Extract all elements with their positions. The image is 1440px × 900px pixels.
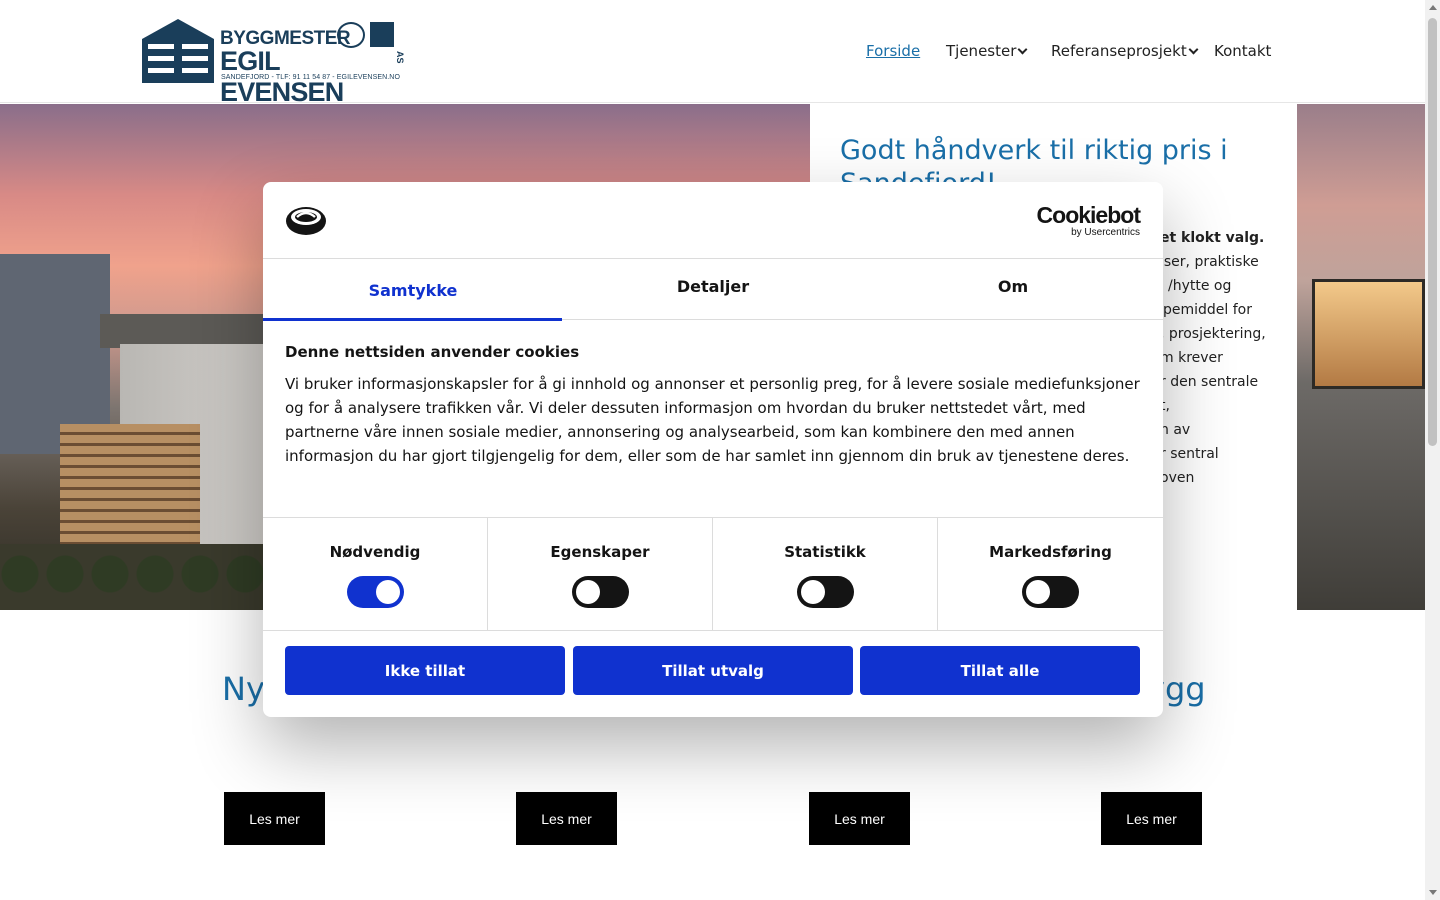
nav-tjenester-label[interactable]: Tjenester xyxy=(946,42,1016,60)
hero-text-line: iser, praktiske xyxy=(1160,254,1259,270)
hero-image-right xyxy=(1297,104,1425,610)
nav-kontakt-label[interactable]: Kontakt xyxy=(1214,42,1271,60)
hero-text-line: oven xyxy=(1160,470,1195,486)
les-mer-button[interactable]: Les mer xyxy=(1101,792,1202,845)
nav-forside[interactable]: Forside xyxy=(866,42,920,60)
category-nodvendig: Nødvendig xyxy=(263,518,488,631)
tab-detaljer-label: Detaljer xyxy=(676,277,750,296)
tab-om[interactable]: Om xyxy=(863,259,1163,320)
dialog-heading: Denne nettsiden anvender cookies xyxy=(285,343,580,361)
nav-referanseprosjekt-label[interactable]: Referanseprosjekt xyxy=(1051,42,1187,60)
toggle-knob xyxy=(375,580,400,604)
cookiebot-logo[interactable]: Cookiebot by Usercentrics xyxy=(1036,202,1141,238)
nav-referanseprosjekt[interactable]: Referanseprosjekt xyxy=(1051,42,1199,60)
scroll-up-arrow-icon[interactable] xyxy=(1429,5,1437,10)
hero-text-line: , prosjektering, xyxy=(1160,326,1266,342)
toggle-knob xyxy=(800,580,825,604)
cookie-icon xyxy=(286,207,326,235)
hero-text-line: n av xyxy=(1160,422,1191,438)
dialog-description: Vi bruker informasjonskapsler for å gi i… xyxy=(285,375,1140,465)
site-logo[interactable]: BYGGMESTER EGIL EVENSEN AS SANDEFJORD - … xyxy=(142,19,407,107)
scroll-down-arrow-icon[interactable] xyxy=(1429,890,1437,895)
tab-om-label: Om xyxy=(997,277,1029,296)
cookiebot-by: by Usercentrics xyxy=(1071,227,1140,238)
cookie-categories: Nødvendig Egenskaper Statistikk Markedsf… xyxy=(263,517,1163,631)
category-markedsforing: Markedsføring xyxy=(938,518,1163,631)
logo-subtitle: SANDEFJORD - TLF: 91 11 54 87 - EGILEVEN… xyxy=(221,74,401,81)
les-mer-button[interactable]: Les mer xyxy=(809,792,910,845)
category-label: Statistikk xyxy=(784,543,866,561)
hero-text-line: et klokt valg. xyxy=(1160,230,1265,246)
hero-text-line: /hytte og xyxy=(1168,278,1232,294)
hero-text-line: m krever xyxy=(1160,350,1223,366)
toggle-statistikk[interactable] xyxy=(796,576,854,608)
dialog-tabs: Samtykke Detaljer Om xyxy=(263,259,1163,321)
scroll-thumb[interactable] xyxy=(1428,18,1437,446)
logo-badge-icon xyxy=(370,22,394,47)
toggle-egenskaper[interactable] xyxy=(571,576,629,608)
active-tab-indicator xyxy=(263,318,562,321)
category-label: Egenskaper xyxy=(550,543,650,561)
logo-suffix: AS xyxy=(395,51,405,64)
nav-forside-label[interactable]: Forside xyxy=(866,42,920,60)
tab-samtykke-label: Samtykke xyxy=(368,281,458,300)
toggle-knob xyxy=(575,580,600,604)
toggle-markedsforing[interactable] xyxy=(1022,576,1079,608)
chevron-down-icon xyxy=(1188,44,1199,55)
logo-house-icon xyxy=(142,19,214,83)
les-mer-button[interactable]: Les mer xyxy=(224,792,325,845)
chevron-down-icon xyxy=(1017,44,1028,55)
page-scrollbar[interactable] xyxy=(1425,0,1440,900)
page: BYGGMESTER EGIL EVENSEN AS SANDEFJORD - … xyxy=(0,0,1440,900)
category-label: Nødvendig xyxy=(329,543,421,561)
cookiebot-name: Cookiebot xyxy=(1036,202,1141,228)
toggle-knob xyxy=(1026,580,1050,604)
cookie-consent-dialog: Cookiebot by Usercentrics Samtykke Detal… xyxy=(263,182,1163,717)
hero-text-line: r sentral xyxy=(1160,446,1219,462)
hero-text-line: r den sentrale xyxy=(1160,374,1259,390)
allow-selection-button[interactable]: Tillat utvalg xyxy=(573,646,853,695)
category-label: Markedsføring xyxy=(989,543,1112,561)
hero-text-line: pemiddel for xyxy=(1163,302,1253,318)
site-header: BYGGMESTER EGIL EVENSEN AS SANDEFJORD - … xyxy=(0,0,1425,107)
nav-kontakt[interactable]: Kontakt xyxy=(1214,42,1271,60)
deny-button[interactable]: Ikke tillat xyxy=(285,646,565,695)
nav-tjenester[interactable]: Tjenester xyxy=(946,42,1028,60)
category-statistikk: Statistikk xyxy=(713,518,938,631)
les-mer-button[interactable]: Les mer xyxy=(516,792,617,845)
lit-window xyxy=(1312,279,1425,389)
allow-all-button[interactable]: Tillat alle xyxy=(860,646,1140,695)
tab-samtykke[interactable]: Samtykke xyxy=(263,259,563,321)
category-egenskaper: Egenskaper xyxy=(488,518,713,631)
dialog-header: Cookiebot by Usercentrics xyxy=(263,182,1163,259)
toggle-nodvendig[interactable] xyxy=(346,576,404,608)
tab-detaljer[interactable]: Detaljer xyxy=(563,259,863,320)
dialog-body: Denne nettsiden anvender cookies Vi bruk… xyxy=(285,343,1145,468)
